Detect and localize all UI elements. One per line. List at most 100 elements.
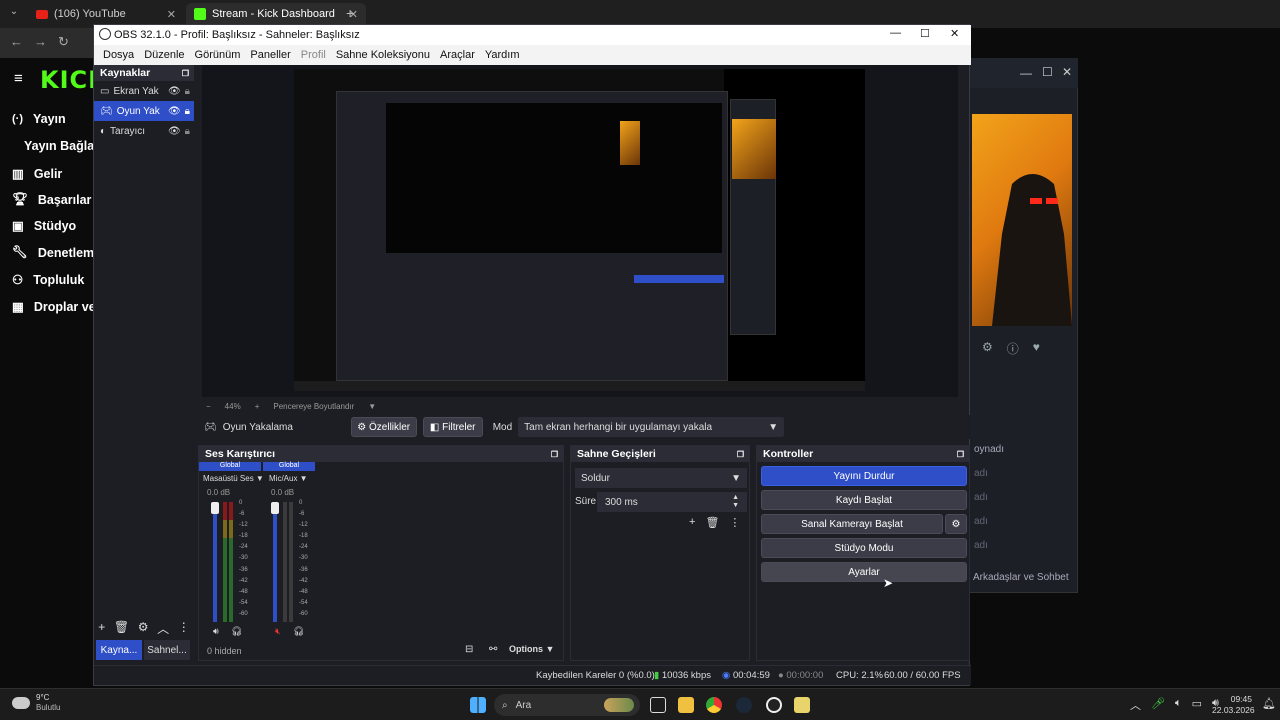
add-icon[interactable]: + [98,620,105,637]
heart-icon[interactable]: ♥ [1033,340,1040,357]
headphones-icon[interactable]: 🎧︎ [293,626,304,637]
menu-gorunum[interactable]: Görünüm [190,49,246,61]
menu-paneller[interactable]: Paneller [245,49,295,61]
properties-button[interactable]: ⚙ Özellikler [350,417,417,437]
mixer-options-button[interactable]: Options ▼ [509,644,554,654]
kick-app-icon[interactable] [794,697,810,713]
tab-kick-dashboard[interactable]: Stream - Kick Dashboard ✕ [186,3,366,25]
studio-mode-button[interactable]: Stüdyo Modu [761,538,967,558]
maximize-icon[interactable]: ☐ [1042,65,1053,79]
source-item-selected[interactable]: 🎮︎ Oyun Yak 👁︎ 🔒︎ [94,101,194,121]
info-icon[interactable]: ⓘ [1007,340,1019,357]
clock[interactable]: 09:45 22.03.2026 [1212,694,1255,716]
volume-fader-desktop[interactable] [213,502,217,622]
network-icon[interactable]: ▭ [1192,697,1202,713]
transition-select[interactable]: Soldur ▼ [575,468,747,488]
lock-icon[interactable]: 🔒︎ [185,86,190,97]
friends-chat-link[interactable]: Arkadaşlar ve Sohbet [973,572,1069,583]
taskbar-search[interactable]: ⌕ Ara [494,694,640,716]
source-item[interactable]: ▭ Ekran Yak 👁︎ 🔒︎ [94,81,194,101]
settings-button[interactable]: Ayarlar [761,562,967,582]
new-tab-button[interactable]: + [346,5,354,21]
mute-desktop-icon[interactable]: 🔊︎ [213,626,219,637]
channel-desktop-name[interactable]: Masaüstü Ses ▼ [203,474,264,483]
trash-icon[interactable]: 🗑︎ [114,620,129,637]
zoom-out-button[interactable]: − [206,402,211,411]
lock-icon[interactable]: 🔒︎ [185,126,190,137]
source-item[interactable]: ◐ Tarayıcı 👁︎ 🔒︎ [94,121,194,141]
tab-youtube[interactable]: (106) YouTube ✕ [28,3,184,25]
close-icon[interactable]: ✕ [950,27,959,40]
task-view-icon[interactable] [650,697,666,713]
channel-mic-name[interactable]: Mic/Aux ▼ [269,474,308,483]
sidebar-item-topluluk[interactable]: ⚇ Topluluk [12,272,84,288]
start-virtual-camera-button[interactable]: Sanal Kamerayı Başlat [761,514,943,534]
volume-fader-mic[interactable] [273,502,277,622]
menu-dosya[interactable]: Dosya [98,49,139,61]
up-icon[interactable]: ︿ [157,620,169,637]
minimize-icon[interactable]: — [890,27,901,39]
undock-icon[interactable]: ❐ [551,450,558,459]
stop-stream-button[interactable]: Yayını Durdur [761,466,967,486]
hamburger-icon[interactable]: ≡ [14,70,28,87]
preview-area[interactable] [202,65,958,397]
sidebar-item-gelir[interactable]: ▥ Gelir [12,166,62,182]
menu-sahne-koleksiyonu[interactable]: Sahne Koleksiyonu [331,49,435,61]
zoom-in-button[interactable]: + [255,402,260,411]
obs-icon[interactable] [766,697,782,713]
sidebar-item-yayin[interactable]: (·) Yayın [12,112,66,126]
more-icon[interactable]: ⋮ [729,516,740,529]
undock-icon[interactable]: ❐ [957,450,964,459]
tab-kaynaklar[interactable]: Kayna... [96,640,142,660]
filters-button[interactable]: ◧ Filtreler [422,417,483,437]
sidebar-item-basarilar[interactable]: 🏆︎ Başarılar [12,192,91,207]
reload-icon[interactable]: ↻ [58,34,69,50]
menu-profil[interactable]: Profil [296,49,331,61]
more-icon[interactable]: ⋮ [178,620,190,637]
fader-handle[interactable] [271,502,279,514]
windows-start-icon[interactable] [470,697,486,713]
virtual-camera-settings-button[interactable]: ⚙ [945,514,967,534]
gear-icon[interactable]: ⚙ [138,620,149,637]
eye-icon[interactable]: 👁︎ [168,86,181,97]
tab-list-button[interactable]: ⌄ [6,6,22,22]
sidebar-item-studyo[interactable]: ▣ Stüdyo [12,218,76,234]
maximize-icon[interactable]: ☐ [920,27,930,40]
link-icon[interactable]: ⚯ [489,644,497,655]
menu-yardim[interactable]: Yardım [480,49,525,61]
chevron-up-icon[interactable]: ︿ [1130,697,1141,713]
eye-icon[interactable]: 👁︎ [168,106,181,117]
mute-mic-icon[interactable]: 🔇︎ [275,626,281,637]
file-explorer-icon[interactable] [678,697,694,713]
back-icon[interactable]: ← [10,34,23,49]
mode-select[interactable]: Tam ekran herhangi bir uygulamayı yakala… [518,417,785,437]
menu-araclar[interactable]: Araçlar [435,49,480,61]
duration-input[interactable]: 300 ms ▲ ▼ [597,492,747,512]
chevron-down-icon[interactable]: ▼ [368,402,376,411]
lock-icon[interactable]: 🔒︎ [185,106,190,117]
close-icon[interactable]: ✕ [167,8,176,21]
speaker-icon[interactable]: 🔈︎ [1175,697,1182,713]
microphone-icon[interactable]: 🎤︎ [1151,697,1165,713]
add-icon[interactable]: + [689,516,695,529]
chrome-icon[interactable] [706,697,722,713]
tab-sahneler[interactable]: Sahnel... [144,640,190,660]
eye-icon[interactable]: 👁︎ [168,126,181,137]
gear-icon[interactable]: ⚙ [982,340,993,357]
trash-icon[interactable]: 🗑︎ [705,516,719,529]
close-icon[interactable]: ✕ [1062,65,1072,79]
undock-icon[interactable]: ❐ [182,69,189,78]
forward-icon[interactable]: → [34,34,47,49]
notification-bell-icon[interactable]: 🔔︎ [1262,697,1276,710]
start-recording-button[interactable]: Kaydı Başlat [761,490,967,510]
steam-icon[interactable] [736,697,752,713]
stepper-icon[interactable]: ▲ ▼ [732,494,739,510]
menu-duzenle[interactable]: Düzenle [139,49,189,61]
layout-icon[interactable]: ⊟ [465,644,473,655]
sidebar-item-denetleme[interactable]: 🔧︎ Denetleme [12,245,101,260]
weather-widget[interactable]: 9°C Bulutlu [12,693,60,713]
fit-window-button[interactable]: Pencereye Boyutlandır [273,402,354,411]
headphones-icon[interactable]: 🎧︎ [231,626,242,637]
fader-handle[interactable] [211,502,219,514]
undock-icon[interactable]: ❐ [737,450,744,459]
